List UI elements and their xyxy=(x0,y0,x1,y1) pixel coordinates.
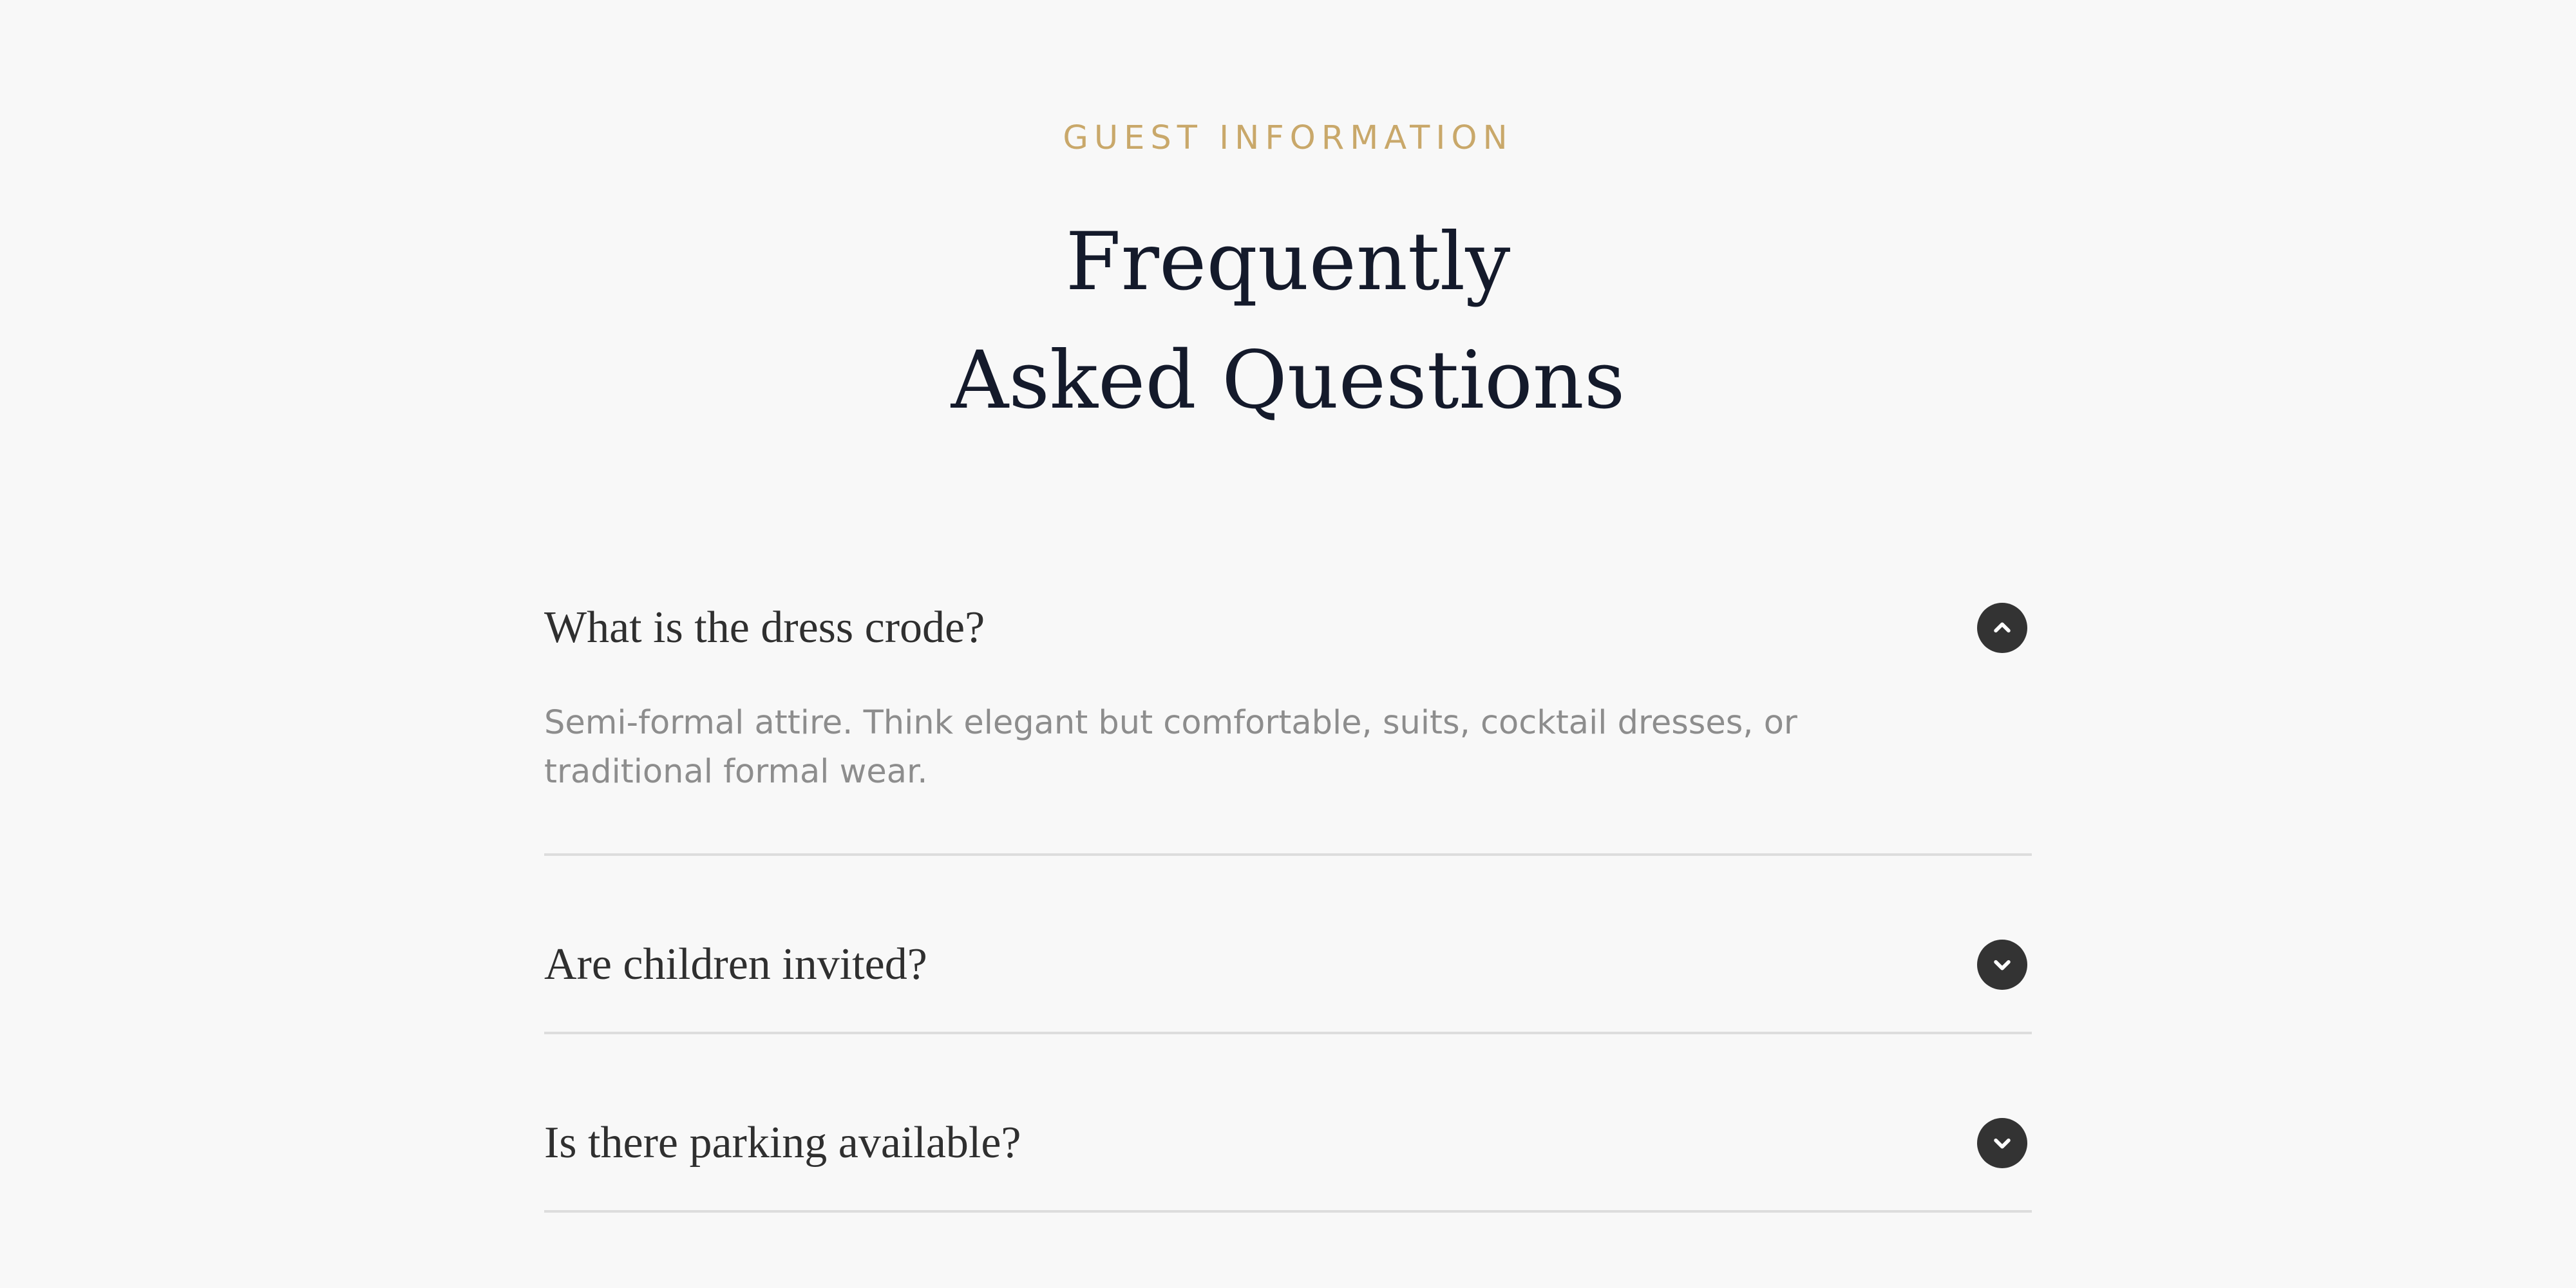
faq-question: Is there parking available? xyxy=(544,1118,1021,1168)
page-title-line-1: Frequently xyxy=(1065,216,1511,308)
faq-answer: Semi-formal attire. Think elegant but co… xyxy=(544,704,1797,791)
chevron-down-icon[interactable] xyxy=(1977,940,2027,990)
faq-divider xyxy=(544,853,2032,856)
faq-question-row[interactable]: Are children invited? xyxy=(544,933,2032,997)
faq-question: Are children invited? xyxy=(544,940,927,989)
faq-item-dress-code: What is the dress crode? Semi-formal att… xyxy=(544,596,2032,791)
faq-question-row[interactable]: What is the dress crode? xyxy=(544,596,2032,660)
chevron-up-icon[interactable] xyxy=(1977,603,2027,653)
faq-divider xyxy=(544,1032,2032,1034)
page-title: Frequently Asked Questions xyxy=(0,203,2576,440)
page-title-line-2: Asked Questions xyxy=(951,334,1625,427)
faq-question-row[interactable]: Is there parking available? xyxy=(544,1111,2032,1175)
section-eyebrow: GUEST INFORMATION xyxy=(1063,119,1513,157)
faq-divider xyxy=(544,1210,2032,1213)
chevron-down-icon[interactable] xyxy=(1977,1118,2027,1168)
faq-question: What is the dress crode? xyxy=(544,603,985,652)
faq-item-children: Are children invited? xyxy=(544,933,2032,997)
faq-item-parking: Is there parking available? xyxy=(544,1111,2032,1175)
